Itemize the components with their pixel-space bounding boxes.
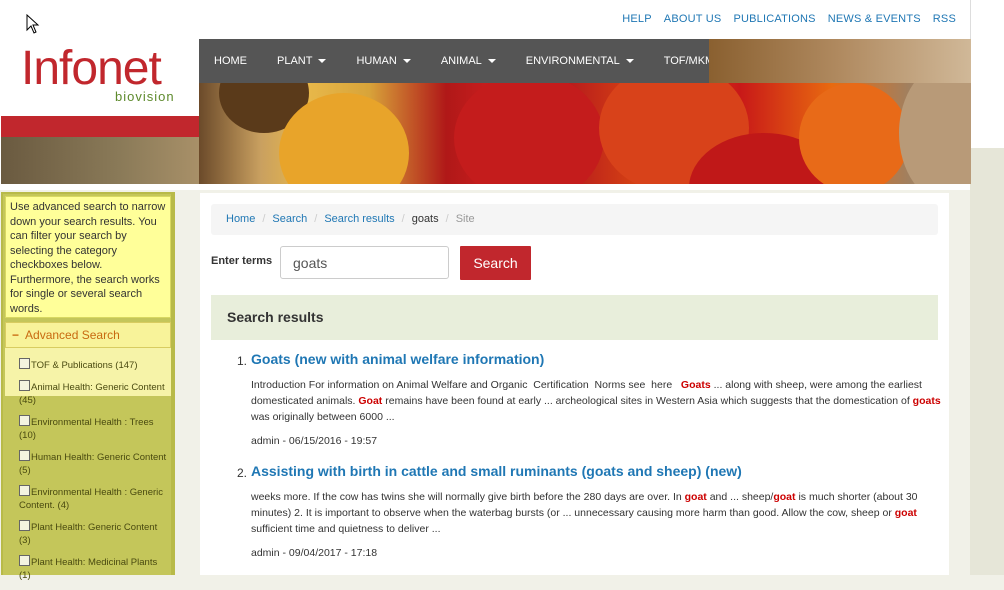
nav-environmental-label: ENVIRONMENTAL [525, 55, 620, 67]
result-number: 1. [237, 354, 248, 368]
result-title-link[interactable]: Goats (new with animal welfare informati… [251, 351, 941, 367]
filter-label: Human Health: Generic Content (5) [19, 452, 167, 476]
result-snippet: weeks more. If the cow has twins she wil… [251, 491, 918, 535]
nav-human-label: HUMAN [356, 55, 397, 67]
collapse-icon: − [12, 328, 20, 342]
nav-home[interactable]: HOME [199, 39, 262, 83]
news-events-link[interactable]: NEWS & EVENTS [828, 13, 921, 25]
filter-item[interactable]: Plant Health: Generic Content (3) [19, 520, 169, 547]
checkbox[interactable] [19, 415, 30, 426]
filter-label: Animal Health: Generic Content (45) [19, 382, 165, 406]
breadcrumb-separator: / [314, 213, 318, 225]
hero-image-top [709, 39, 971, 83]
nav-plant[interactable]: PLANT [262, 39, 341, 83]
filter-item[interactable]: TOF & Publications (147) [19, 358, 169, 372]
breadcrumb-search[interactable]: Search [272, 213, 307, 225]
checkbox[interactable] [19, 358, 30, 369]
checkbox[interactable] [19, 520, 30, 531]
breadcrumb-search-results[interactable]: Search results [324, 213, 394, 225]
filter-label: Environmental Health : Trees (10) [19, 417, 154, 441]
hero-shape [454, 83, 604, 184]
logo-title: Infonet [21, 42, 162, 95]
right-frame-top [970, 0, 1004, 148]
breadcrumb-separator: / [401, 213, 405, 225]
publications-link[interactable]: PUBLICATIONS [733, 13, 815, 25]
caret-down-icon [625, 59, 634, 64]
nav-plant-label: PLANT [277, 55, 313, 67]
advanced-search-title: Advanced Search [25, 328, 120, 342]
search-terms-label: Enter terms [211, 255, 273, 267]
filter-item[interactable]: Plant Health: Medicinal Plants (1) [19, 555, 169, 582]
hero-shape [799, 83, 909, 184]
filter-label: Plant Health: Medicinal Plants (1) [19, 557, 158, 581]
search-button[interactable]: Search [460, 246, 531, 280]
result-title-link[interactable]: Assisting with birth in cattle and small… [251, 463, 941, 479]
breadcrumb-home[interactable]: Home [226, 213, 255, 225]
result-number: 2. [237, 466, 248, 480]
nav-tof-mkm-label: TOF/MKM [663, 55, 715, 67]
top-links: HELP ABOUT US PUBLICATIONS NEWS & EVENTS… [622, 13, 956, 25]
hero-image [199, 83, 971, 184]
breadcrumb-site: Site [455, 213, 475, 225]
filter-item[interactable]: Human Health: Generic Content (5) [19, 450, 169, 477]
logo-subtitle: biovision [115, 89, 175, 104]
logo-red-bar [1, 116, 199, 137]
checkbox[interactable] [19, 450, 30, 461]
checkbox[interactable] [19, 485, 30, 496]
breadcrumb-current: goats [411, 213, 439, 225]
breadcrumb-separator: / [445, 213, 449, 225]
result-snippet: Introduction For information on Animal W… [251, 379, 941, 423]
rss-link[interactable]: RSS [933, 13, 956, 25]
main-content: Home / Search / Search results / goats / Site En… [200, 193, 949, 575]
hero-image-left [1, 137, 199, 184]
search-help-text: Use advanced search to narrow down your … [5, 196, 171, 318]
filter-label: Environmental Health : Generic Content. … [19, 487, 164, 511]
search-result: 2. Assisting with birth in cattle and sm… [237, 463, 941, 559]
help-link[interactable]: HELP [622, 13, 652, 25]
about-us-link[interactable]: ABOUT US [664, 13, 722, 25]
breadcrumb-separator: / [262, 213, 266, 225]
advanced-search-toggle[interactable]: − Advanced Search [5, 322, 171, 348]
hero-shape [899, 83, 971, 184]
sidebar: Use advanced search to narrow down your … [1, 192, 175, 581]
nav-home-label: HOME [214, 55, 247, 67]
search-input[interactable] [280, 246, 449, 279]
caret-down-icon [487, 59, 496, 64]
breadcrumb: Home / Search / Search results / goats / Site [211, 204, 938, 235]
result-meta: admin - 06/15/2016 - 19:57 [251, 435, 378, 447]
sidebar-panel: Use advanced search to narrow down your … [3, 194, 171, 581]
result-meta: admin - 09/04/2017 - 17:18 [251, 547, 378, 559]
search-result: 1. Goats (new with animal welfare inform… [237, 351, 941, 447]
filter-item[interactable]: Environmental Health : Trees (10) [19, 415, 169, 442]
mouse-cursor-icon [26, 14, 40, 34]
search-results-heading: Search results [211, 295, 938, 340]
caret-down-icon [402, 59, 411, 64]
filter-item[interactable]: Environmental Health : Generic Content. … [19, 485, 169, 512]
filter-label: Plant Health: Generic Content (3) [19, 522, 158, 546]
caret-down-icon [318, 59, 327, 64]
checkbox[interactable] [19, 380, 30, 391]
filter-item[interactable]: Animal Health: Generic Content (45) [19, 380, 169, 407]
main-nav: HOME PLANT HUMAN ANIMAL ENVIRONMENTAL TO… [199, 39, 714, 83]
nav-animal[interactable]: ANIMAL [426, 39, 511, 83]
nav-human[interactable]: HUMAN [341, 39, 425, 83]
category-filters: TOF & Publications (147) Animal Health: … [19, 358, 169, 590]
checkbox[interactable] [19, 555, 30, 566]
nav-animal-label: ANIMAL [440, 55, 482, 67]
nav-environmental[interactable]: ENVIRONMENTAL [511, 39, 649, 83]
filter-label: TOF & Publications (147) [31, 360, 138, 371]
